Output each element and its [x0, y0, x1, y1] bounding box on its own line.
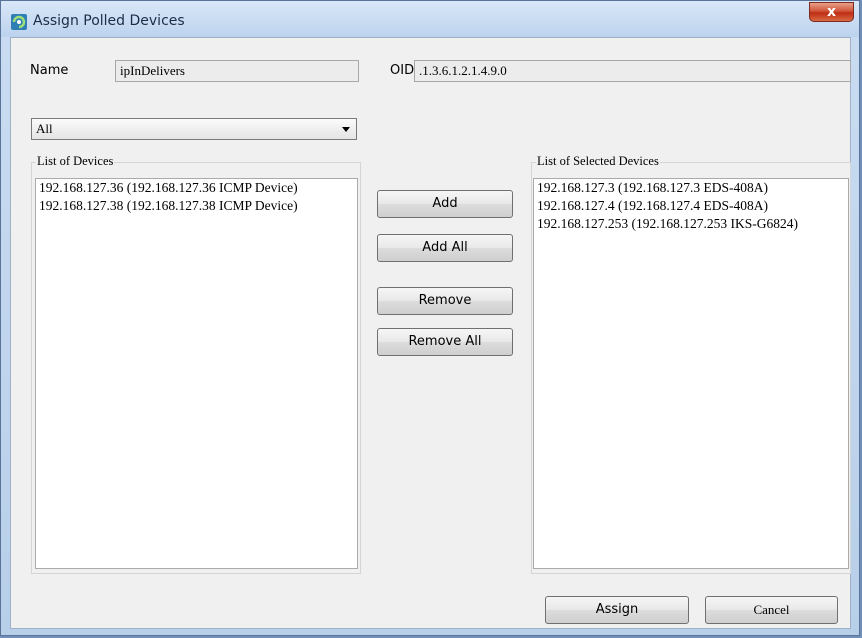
list-item[interactable]: 192.168.127.3 (192.168.127.3 EDS-408A) — [534, 179, 848, 197]
oid-field: .1.3.6.1.2.1.4.9.0 — [414, 60, 851, 82]
list-item[interactable]: 192.168.127.4 (192.168.127.4 EDS-408A) — [534, 197, 848, 215]
add-button[interactable]: Add — [377, 190, 513, 218]
add-all-button[interactable]: Add All — [377, 234, 513, 262]
device-filter-value: All — [36, 121, 53, 136]
devices-group-title: List of Devices — [36, 154, 115, 169]
selected-devices-list[interactable]: 192.168.127.3 (192.168.127.3 EDS-408A) 1… — [533, 178, 849, 569]
name-label: Name — [30, 63, 69, 78]
list-item[interactable]: 192.168.127.36 (192.168.127.36 ICMP Devi… — [36, 179, 357, 197]
selected-group-title: List of Selected Devices — [536, 154, 660, 169]
list-item[interactable]: 192.168.127.253 (192.168.127.253 IKS-G68… — [534, 215, 848, 233]
assign-button[interactable]: Assign — [545, 596, 689, 624]
name-field: ipInDelivers — [115, 60, 359, 82]
app-icon — [11, 14, 27, 30]
remove-all-button[interactable]: Remove All — [377, 328, 513, 356]
device-filter-select[interactable]: All — [31, 118, 357, 140]
remove-button[interactable]: Remove — [377, 287, 513, 315]
title-bar[interactable]: Assign Polled Devices x — [1, 1, 859, 37]
devices-list[interactable]: 192.168.127.36 (192.168.127.36 ICMP Devi… — [35, 178, 358, 569]
cancel-button[interactable]: Cancel — [705, 596, 838, 624]
dialog-window: Assign Polled Devices x Name ipInDeliver… — [0, 0, 860, 636]
list-item[interactable]: 192.168.127.38 (192.168.127.38 ICMP Devi… — [36, 197, 357, 215]
oid-label: OID — [390, 63, 415, 78]
close-button[interactable]: x — [809, 2, 854, 22]
chevron-down-icon — [342, 127, 350, 132]
close-icon: x — [826, 4, 837, 20]
window-title: Assign Polled Devices — [33, 13, 185, 29]
dialog-body: Name ipInDelivers OID .1.3.6.1.2.1.4.9.0… — [10, 37, 851, 629]
